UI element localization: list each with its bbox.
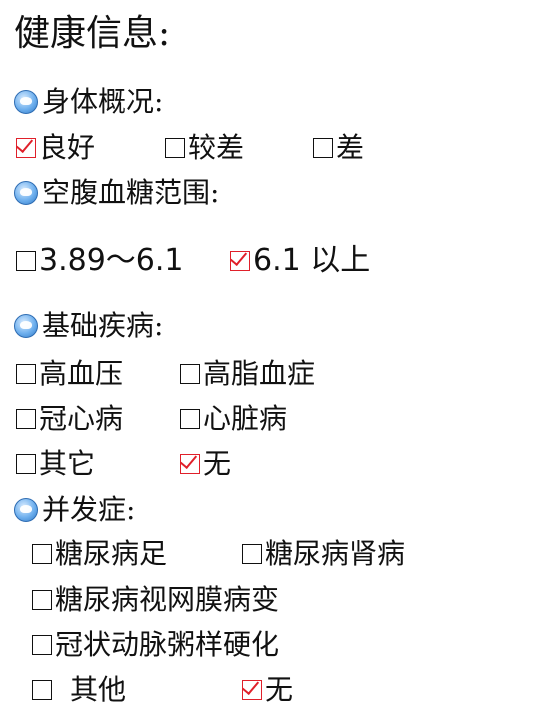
bullet-icon bbox=[14, 498, 38, 522]
checked-checkbox[interactable] bbox=[16, 138, 36, 158]
checked-checkbox[interactable] bbox=[242, 680, 262, 700]
option-diabetic-retinopathy[interactable]: 糖尿病视网膜病变 bbox=[32, 582, 279, 618]
checkbox[interactable] bbox=[32, 635, 52, 655]
checkbox[interactable] bbox=[32, 590, 52, 610]
option-range-normal[interactable]: 3.89～6.1 bbox=[16, 243, 184, 279]
checkbox[interactable] bbox=[32, 680, 52, 700]
option-label: 高脂血症 bbox=[203, 357, 316, 390]
option-hyperlipidemia[interactable]: 高脂血症 bbox=[180, 356, 315, 392]
checkbox[interactable] bbox=[165, 138, 185, 158]
option-complication-none[interactable]: 无 bbox=[242, 672, 293, 708]
section-label: 基础疾病: bbox=[42, 309, 164, 342]
bullet-icon bbox=[14, 181, 38, 205]
option-label: 糖尿病视网膜病变 bbox=[55, 583, 280, 616]
bullet-icon bbox=[14, 314, 38, 338]
option-label: 糖尿病足 bbox=[55, 537, 168, 570]
option-label: 冠状动脉粥样硬化 bbox=[55, 628, 280, 661]
option-hypertension[interactable]: 高血压 bbox=[16, 356, 123, 392]
checkbox[interactable] bbox=[313, 138, 333, 158]
option-coronary[interactable]: 冠心病 bbox=[16, 401, 123, 437]
checkbox[interactable] bbox=[242, 544, 262, 564]
option-label: 心脏病 bbox=[203, 402, 288, 435]
checkbox[interactable] bbox=[16, 454, 36, 474]
option-label: 较差 bbox=[188, 131, 245, 164]
checked-checkbox[interactable] bbox=[180, 454, 200, 474]
checkbox[interactable] bbox=[180, 409, 200, 429]
section-complications: 并发症: bbox=[14, 492, 135, 528]
option-label: 冠心病 bbox=[39, 402, 124, 435]
option-label: 无 bbox=[265, 673, 294, 706]
option-diabetic-nephropathy[interactable]: 糖尿病肾病 bbox=[242, 536, 405, 572]
section-chronic-disease: 基础疾病: bbox=[14, 308, 163, 344]
option-good[interactable]: 良好 bbox=[16, 130, 95, 166]
option-bad[interactable]: 差 bbox=[313, 130, 364, 166]
option-label: 其他 bbox=[70, 673, 127, 706]
option-label: 高血压 bbox=[39, 357, 124, 390]
option-atherosclerosis[interactable]: 冠状动脉粥样硬化 bbox=[32, 627, 279, 663]
option-label: 糖尿病肾病 bbox=[265, 537, 406, 570]
option-label: 其它 bbox=[39, 447, 96, 480]
option-label: 6.1 以上 bbox=[253, 243, 371, 278]
page-title: 健康信息: bbox=[14, 13, 171, 54]
option-label: 无 bbox=[203, 447, 232, 480]
option-heart-disease[interactable]: 心脏病 bbox=[180, 401, 287, 437]
option-poor[interactable]: 较差 bbox=[165, 130, 244, 166]
bullet-icon bbox=[14, 90, 38, 114]
option-other[interactable]: 其它 bbox=[16, 446, 95, 482]
checkbox[interactable] bbox=[180, 364, 200, 384]
section-blood-sugar: 空腹血糖范围: bbox=[14, 175, 219, 211]
option-label: 良好 bbox=[39, 131, 96, 164]
checkbox[interactable] bbox=[16, 409, 36, 429]
checkbox[interactable] bbox=[16, 364, 36, 384]
checked-checkbox[interactable] bbox=[230, 251, 250, 271]
option-diabetic-foot[interactable]: 糖尿病足 bbox=[32, 536, 167, 572]
checkbox[interactable] bbox=[32, 544, 52, 564]
section-label: 身体概况: bbox=[42, 85, 164, 118]
option-none[interactable]: 无 bbox=[180, 446, 231, 482]
option-label: 差 bbox=[336, 131, 365, 164]
section-label: 并发症: bbox=[42, 493, 136, 526]
option-label: 3.89～6.1 bbox=[39, 243, 184, 278]
section-label: 空腹血糖范围: bbox=[42, 176, 220, 209]
section-body-condition: 身体概况: bbox=[14, 84, 163, 120]
option-range-high[interactable]: 6.1 以上 bbox=[230, 243, 370, 279]
checkbox[interactable] bbox=[16, 251, 36, 271]
option-complication-other[interactable]: 其他 bbox=[32, 672, 126, 708]
